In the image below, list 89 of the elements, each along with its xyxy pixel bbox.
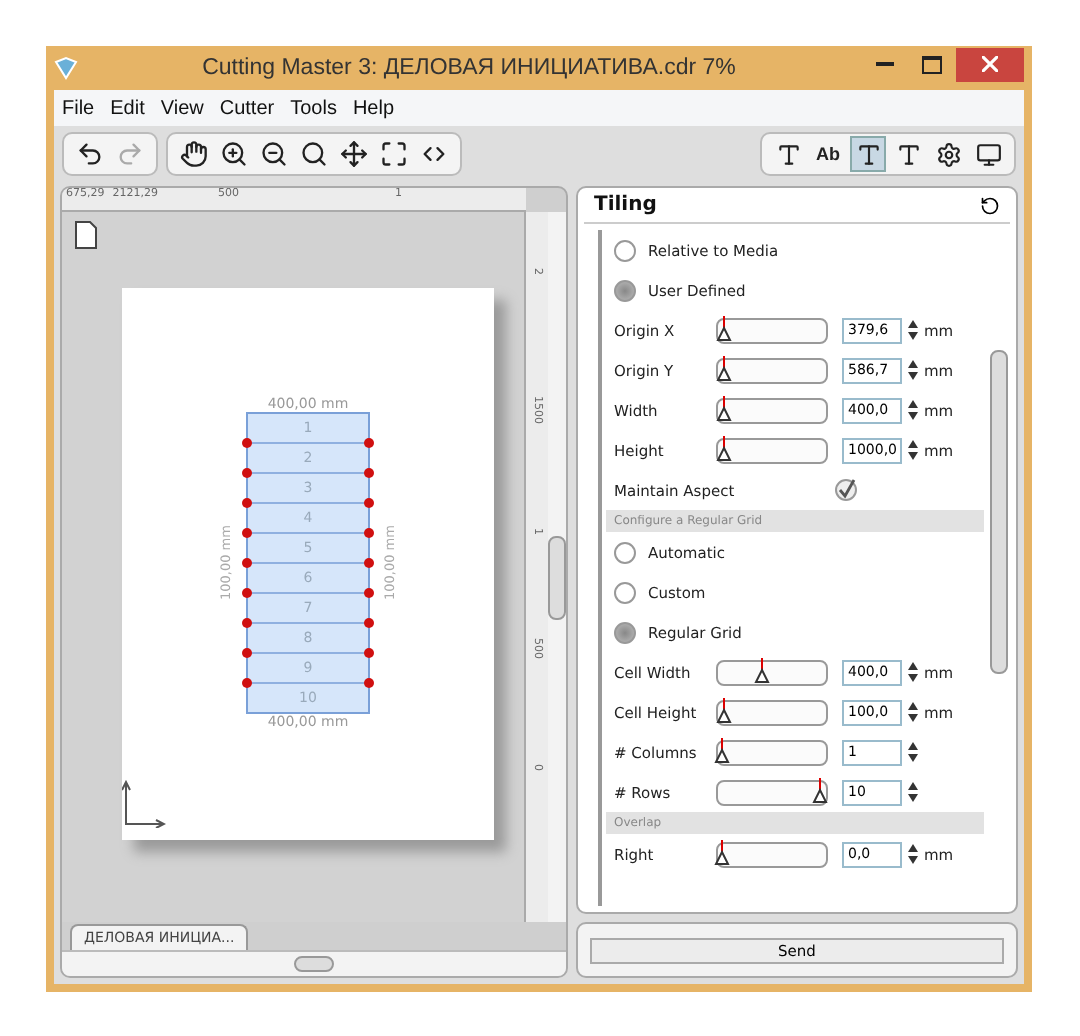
slider-thumb[interactable] — [715, 315, 732, 341]
panel-title: Tiling — [594, 194, 657, 216]
menu-item[interactable]: Help — [352, 97, 395, 119]
slider[interactable] — [716, 317, 828, 343]
spinner-icon[interactable] — [908, 400, 918, 420]
marker-dot — [364, 468, 374, 478]
spinner-icon[interactable] — [908, 742, 918, 762]
slider[interactable] — [716, 699, 828, 725]
radio-button[interactable] — [614, 621, 636, 643]
text-style-button[interactable]: Ab — [810, 136, 846, 172]
axes-icon — [122, 780, 166, 828]
slider[interactable] — [716, 739, 828, 765]
slider[interactable] — [716, 841, 828, 867]
slider-thumb[interactable] — [713, 737, 730, 763]
app-logo-icon — [54, 56, 78, 80]
marker-dot — [364, 678, 374, 688]
marker-dot — [242, 558, 252, 568]
zoom-in-button[interactable] — [216, 136, 252, 172]
radio-button[interactable] — [614, 279, 636, 301]
menu-item[interactable]: Tools — [290, 97, 337, 119]
scroll-thumb[interactable] — [294, 956, 334, 972]
slider-thumb[interactable] — [812, 777, 829, 803]
reset-icon[interactable] — [980, 195, 1000, 215]
magnifier-icon — [300, 140, 328, 168]
slider[interactable] — [716, 357, 828, 383]
marker-dot — [242, 618, 252, 628]
spinner-icon[interactable] — [908, 844, 918, 864]
fit-button[interactable] — [336, 136, 372, 172]
marker-dot — [364, 498, 374, 508]
maximize-icon — [922, 55, 942, 73]
marker-dot — [242, 588, 252, 598]
slider-thumb[interactable] — [715, 697, 732, 723]
undo-icon — [76, 140, 104, 168]
minimize-icon — [875, 62, 893, 66]
spinner-icon[interactable] — [908, 440, 918, 460]
spinner-icon[interactable] — [908, 360, 918, 380]
vertical-scrollbar[interactable] — [548, 212, 566, 922]
marker-dot — [242, 468, 252, 478]
slider-thumb[interactable] — [715, 435, 732, 461]
zoom-out-button[interactable] — [256, 136, 292, 172]
menu-item[interactable]: View — [160, 97, 204, 119]
slider[interactable] — [716, 659, 828, 685]
radio-button[interactable] — [614, 581, 636, 603]
zoom-select-button[interactable] — [296, 136, 332, 172]
close-icon — [982, 56, 998, 72]
marker-dot — [364, 588, 374, 598]
marker-dot — [364, 648, 374, 658]
arrows-icon — [340, 140, 368, 168]
hand-button[interactable] — [176, 136, 212, 172]
monitor-icon — [975, 141, 1001, 167]
panel-tab[interactable] — [850, 136, 886, 172]
zoom-in-icon — [220, 140, 248, 168]
document-icon — [74, 220, 98, 250]
marker-dot — [242, 438, 252, 448]
slider[interactable] — [716, 437, 828, 463]
hand-icon — [180, 140, 208, 168]
spinner-icon[interactable] — [908, 782, 918, 802]
scroll-thumb[interactable] — [548, 536, 566, 620]
marker-dot — [242, 678, 252, 688]
menu-item[interactable]: File — [62, 97, 95, 119]
spinner-icon[interactable] — [908, 662, 918, 682]
redo-icon — [116, 140, 144, 168]
slider[interactable] — [716, 779, 828, 805]
marker-dot — [242, 498, 252, 508]
marker-dot — [364, 618, 374, 628]
fit-page-button[interactable] — [376, 136, 412, 172]
radio-button[interactable] — [614, 541, 636, 563]
marker-dot — [242, 528, 252, 538]
close-button[interactable] — [956, 47, 1024, 81]
spinner-icon[interactable] — [908, 702, 918, 722]
menu-item[interactable]: Edit — [110, 97, 145, 119]
marker-dot — [364, 528, 374, 538]
radio-button[interactable] — [614, 239, 636, 261]
slider-thumb[interactable] — [715, 395, 732, 421]
gear-icon — [935, 141, 961, 167]
spinner-icon[interactable] — [908, 320, 918, 340]
slider-thumb[interactable] — [753, 657, 770, 683]
slider[interactable] — [716, 397, 828, 423]
window-title: Cutting Master 3: ДЕЛОВАЯ ИНИЦИАТИВА.cdr 7% — [200, 56, 738, 80]
zoom-out-icon — [260, 140, 288, 168]
slider-thumb[interactable] — [715, 355, 732, 381]
slider-thumb[interactable] — [713, 839, 730, 865]
marker-dot — [364, 558, 374, 568]
menu-item[interactable]: Cutter — [219, 97, 275, 119]
marker-dot — [242, 648, 252, 658]
scroll-thumb[interactable] — [989, 350, 1007, 674]
horizontal-scrollbar[interactable] — [62, 950, 566, 976]
marker-dot — [364, 438, 374, 448]
checkbox[interactable] — [834, 478, 858, 502]
